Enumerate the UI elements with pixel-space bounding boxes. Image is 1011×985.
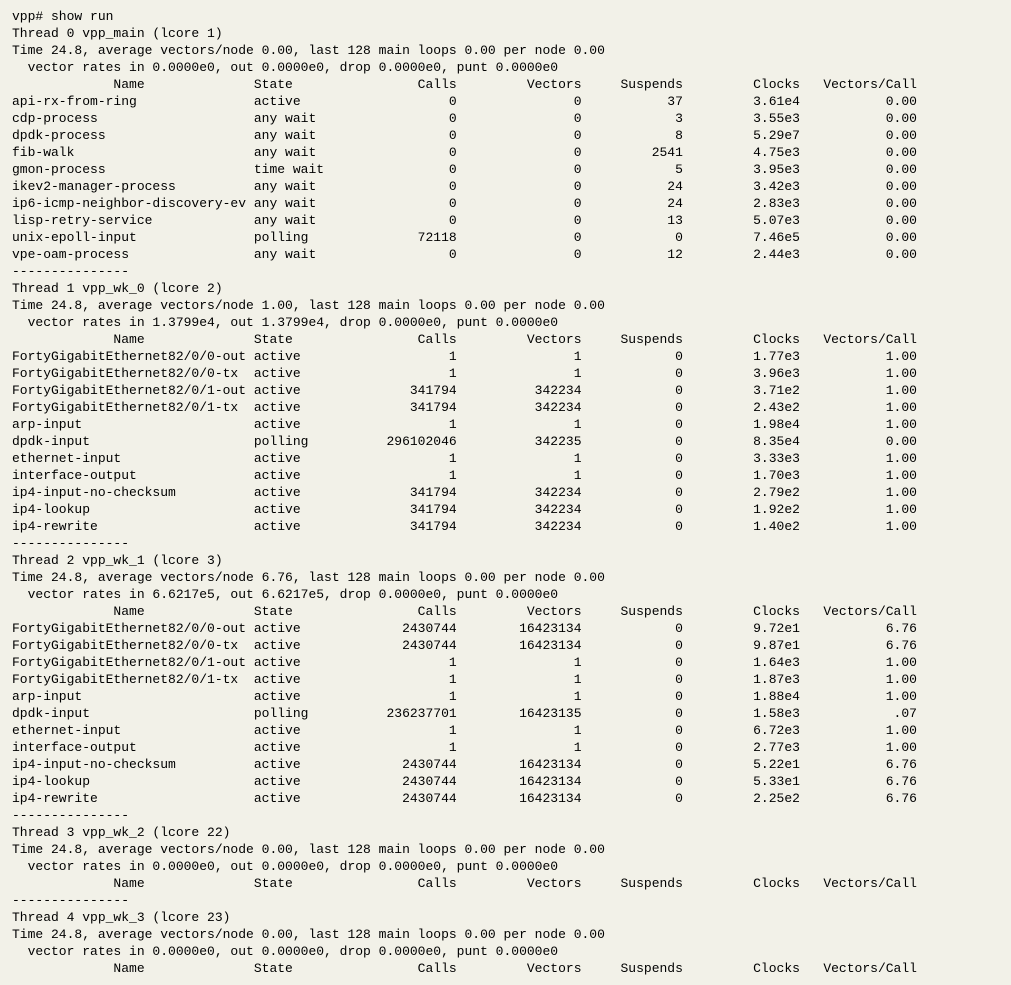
terminal-output: vpp# show run Thread 0 vpp_main (lcore 1…: [0, 0, 1011, 985]
